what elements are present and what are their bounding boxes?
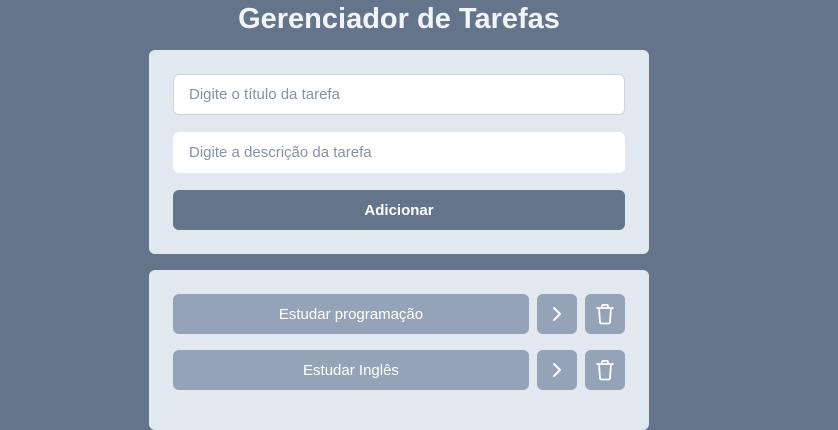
task-list-card: Estudar programação Estudar Inglês [149, 270, 649, 430]
list-item: Estudar programação [173, 294, 625, 334]
trash-icon [595, 303, 615, 325]
task-title-button[interactable]: Estudar Inglês [173, 350, 529, 390]
task-detail-button[interactable] [537, 294, 577, 334]
task-title-input[interactable] [173, 74, 625, 115]
list-item: Estudar Inglês [173, 350, 625, 390]
chevron-right-icon [551, 362, 563, 378]
task-title-button[interactable]: Estudar programação [173, 294, 529, 334]
task-delete-button[interactable] [585, 350, 625, 390]
task-delete-button[interactable] [585, 294, 625, 334]
page-title: Gerenciador de Tarefas [238, 3, 560, 35]
add-task-button[interactable]: Adicionar [173, 190, 625, 230]
task-description-input[interactable] [173, 132, 625, 173]
task-detail-button[interactable] [537, 350, 577, 390]
chevron-right-icon [551, 306, 563, 322]
task-form-card: Adicionar [149, 50, 649, 254]
trash-icon [595, 359, 615, 381]
